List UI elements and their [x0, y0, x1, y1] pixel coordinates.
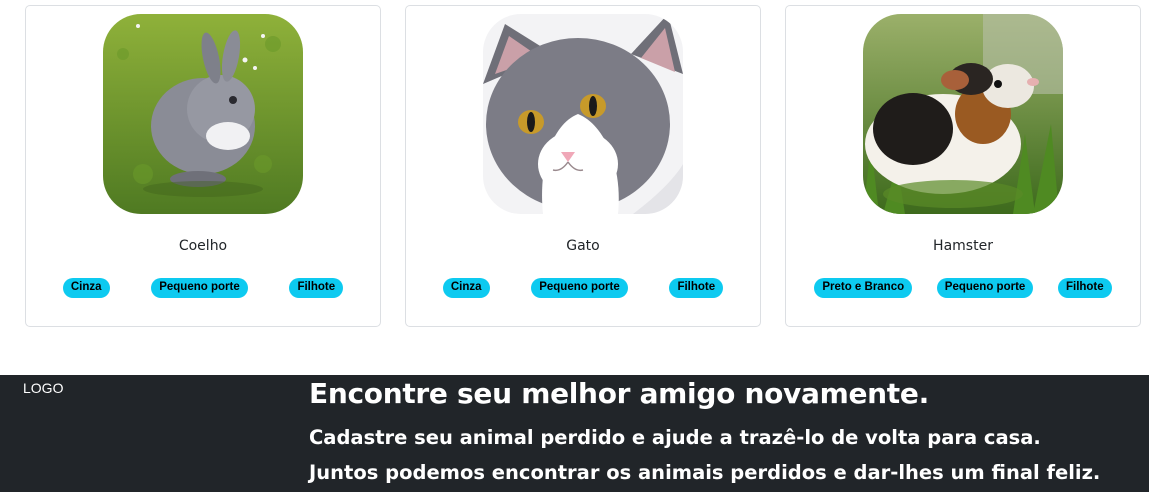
badge-size: Pequeno porte	[531, 278, 628, 298]
pet-card-hamster[interactable]: Hamster Preto e Branco Pequeno porte Fil…	[785, 5, 1141, 327]
pet-card-list: Coelho Cinza Pequeno porte Filhote Gato …	[25, 5, 1141, 327]
badge-color: Cinza	[442, 278, 490, 298]
badge-age: Filhote	[1057, 278, 1112, 298]
rabbit-photo	[103, 14, 303, 214]
badge-color: Preto e Branco	[814, 278, 913, 298]
pet-badges: Cinza Pequeno porte Filhote	[42, 278, 364, 298]
logo[interactable]: LOGO	[23, 380, 63, 396]
pet-name: Gato	[566, 238, 600, 254]
cat-photo	[483, 14, 683, 214]
badge-age: Filhote	[669, 278, 724, 298]
badge-color: Cinza	[62, 278, 110, 298]
footer-subtitle-2: Juntos podemos encontrar os animais perd…	[309, 461, 1101, 484]
pet-name: Hamster	[933, 238, 993, 254]
guinea-pig-photo	[863, 14, 1063, 214]
rabbit-image	[103, 14, 303, 214]
pet-card-coelho[interactable]: Coelho Cinza Pequeno porte Filhote	[25, 5, 381, 327]
badge-size: Pequeno porte	[151, 278, 248, 298]
guinea-pig-image	[863, 14, 1063, 214]
cat-image	[483, 14, 683, 214]
footer-title: Encontre seu melhor amigo novamente.	[309, 377, 929, 410]
pet-badges: Cinza Pequeno porte Filhote	[422, 278, 744, 298]
site-footer: LOGO Encontre seu melhor amigo novamente…	[0, 375, 1149, 492]
pet-card-gato[interactable]: Gato Cinza Pequeno porte Filhote	[405, 5, 761, 327]
badge-size: Pequeno porte	[936, 278, 1034, 298]
pet-badges: Preto e Branco Pequeno porte Filhote	[802, 278, 1124, 298]
pet-name: Coelho	[178, 238, 228, 254]
footer-subtitle-1: Cadastre seu animal perdido e ajude a tr…	[309, 426, 1041, 449]
badge-age: Filhote	[289, 278, 344, 298]
